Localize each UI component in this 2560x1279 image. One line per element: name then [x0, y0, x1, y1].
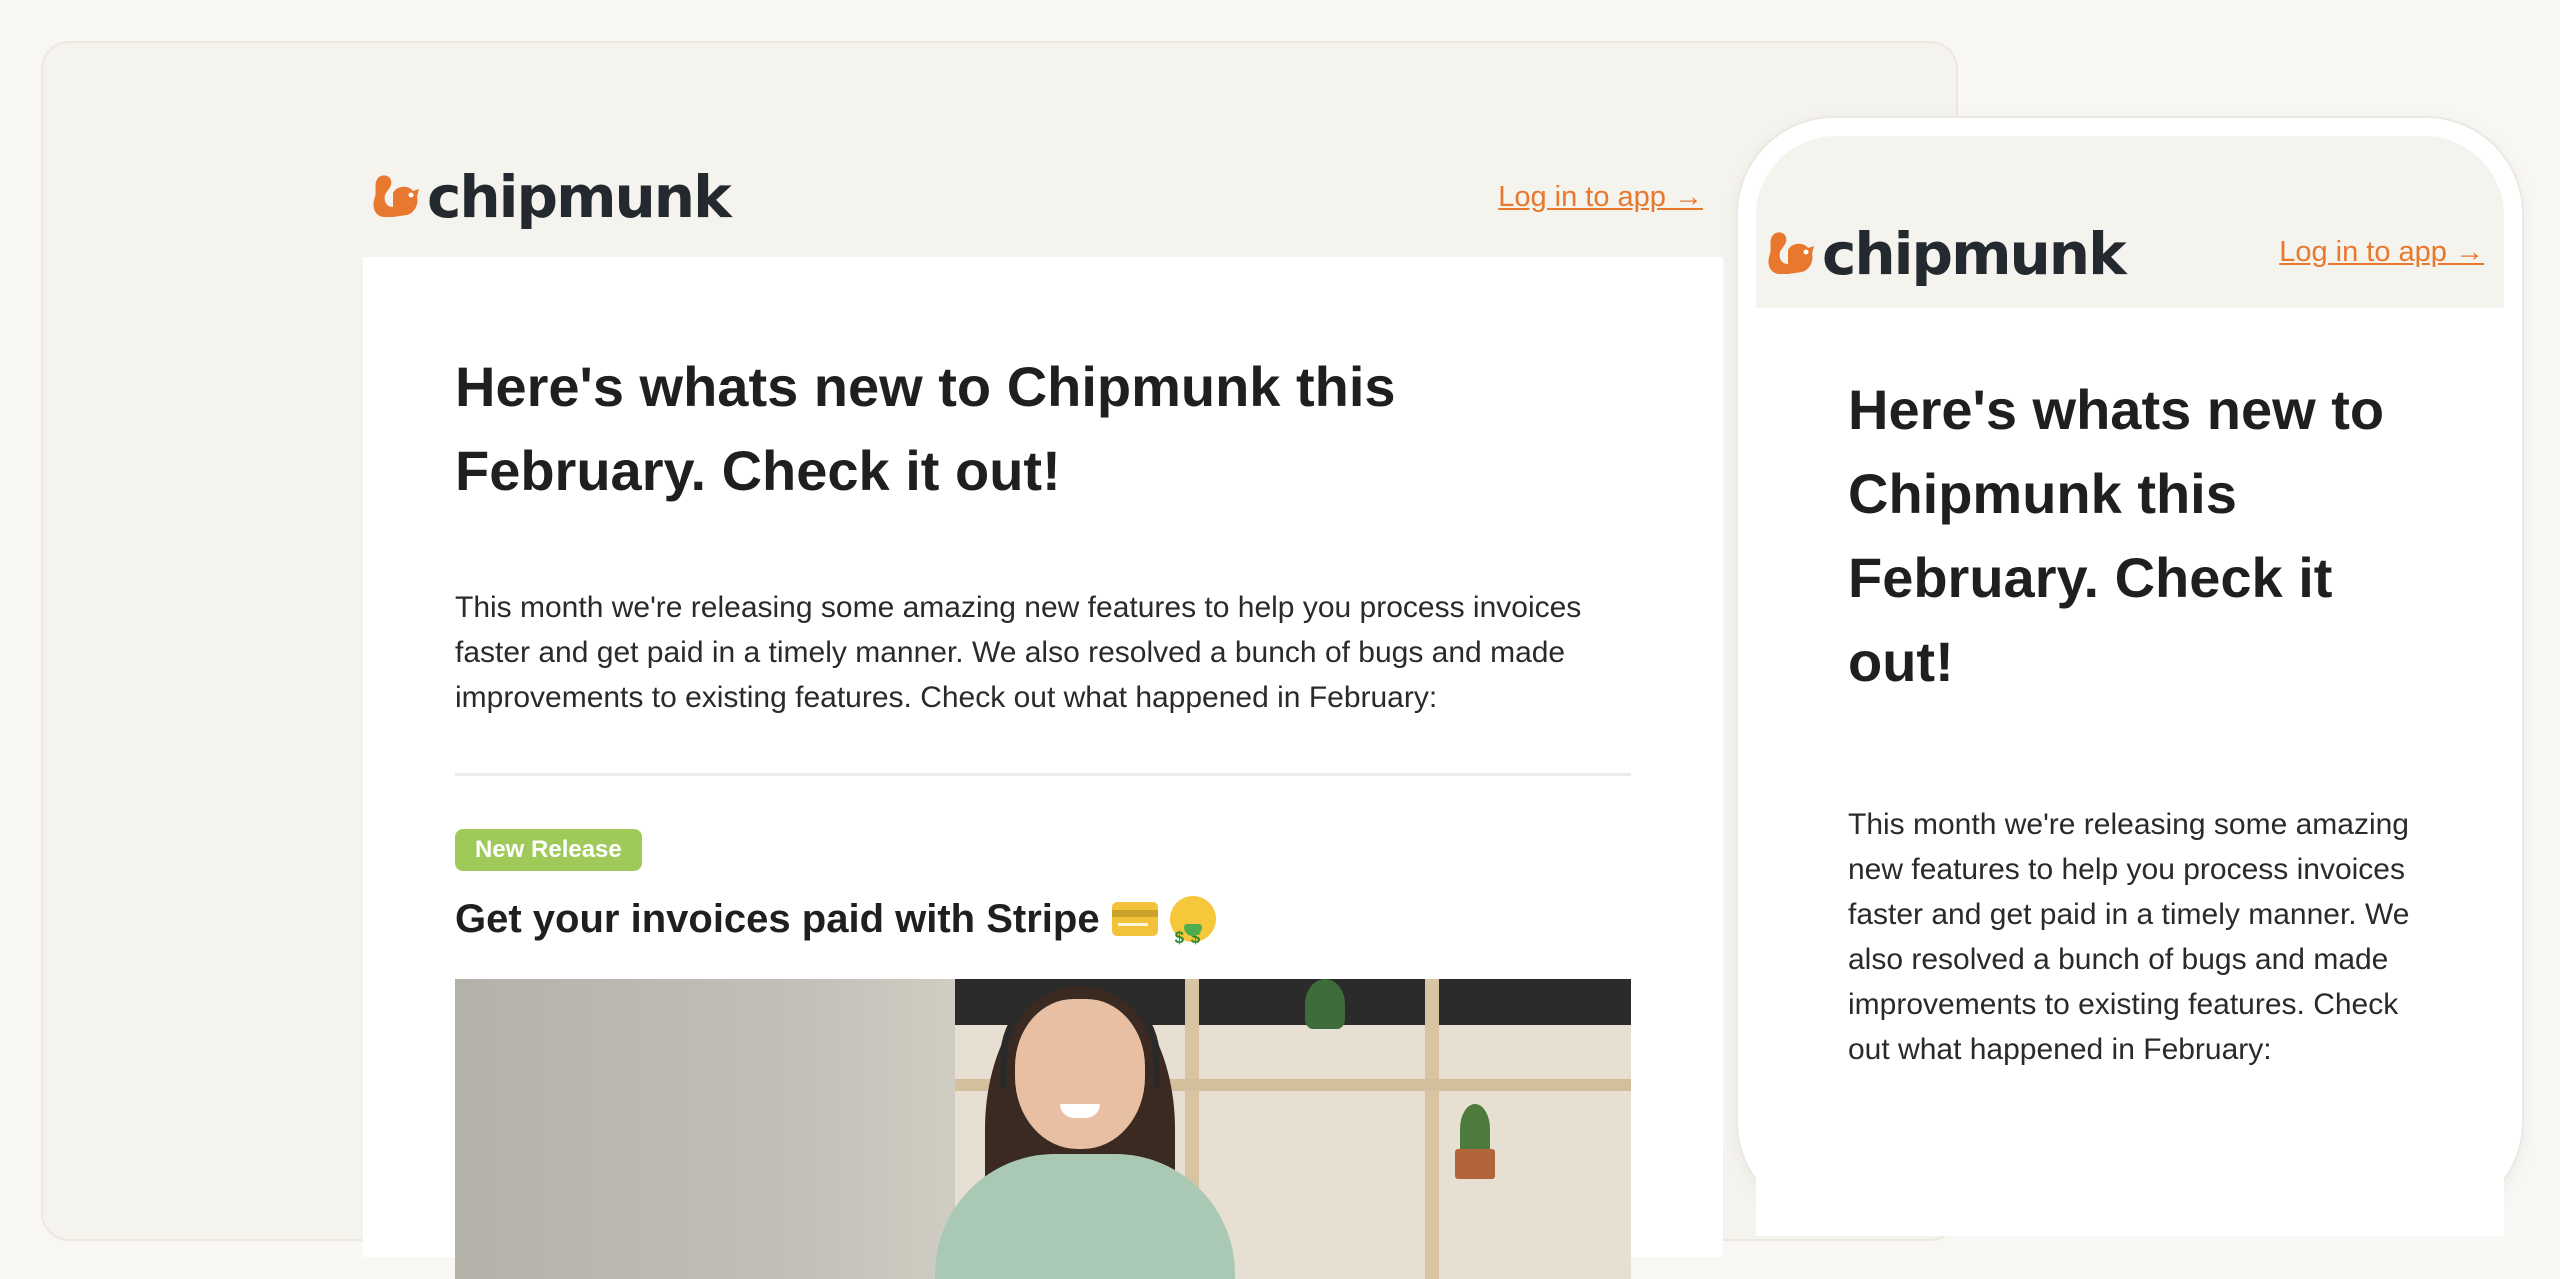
mobile-email-body: Here's whats new to Chipmunk this Februa… [1756, 308, 2504, 1236]
feature-title-text: Get your invoices paid with Stripe [455, 897, 1100, 941]
email-title: Here's whats new to Chipmunk this Februa… [455, 355, 1396, 502]
mobile-preview-frame: chipmunk Log in to app → Here's whats ne… [1738, 118, 2522, 1236]
email-body: Here's whats new to Chipmunk this Februa… [363, 257, 1723, 1279]
mobile-email-title: Here's whats new to Chipmunk this Februa… [1848, 378, 2385, 693]
desktop-preview-frame: chipmunk Log in to app → Here's whats ne… [41, 41, 1958, 1279]
login-link[interactable]: Log in to app → [1498, 181, 1703, 214]
mobile-brand-name: chipmunk [1822, 220, 2127, 288]
mobile-email-intro: This month we're releasing some amazing … [1848, 808, 2410, 1066]
divider [455, 773, 1631, 776]
feature-image [455, 979, 1631, 1279]
squirrel-icon [373, 175, 419, 217]
mobile-screen: chipmunk Log in to app → Here's whats ne… [1756, 136, 2504, 1236]
brand-logo[interactable]: chipmunk [371, 163, 732, 231]
feature-title: Get your invoices paid with Stripe [455, 883, 1635, 974]
email-header: chipmunk Log in to app → [363, 123, 1723, 233]
email-intro: This month we're releasing some amazing … [455, 591, 1582, 714]
mobile-email-header: chipmunk Log in to app → [1756, 136, 2504, 308]
mobile-brand-logo[interactable]: chipmunk [1766, 220, 2127, 288]
squirrel-icon [1768, 232, 1814, 274]
new-release-badge: New Release [455, 829, 642, 871]
money-mouth-face-icon [1169, 896, 1216, 974]
credit-card-icon [1111, 902, 1158, 936]
brand-name: chipmunk [427, 163, 732, 231]
mobile-login-link[interactable]: Log in to app → [2279, 236, 2484, 269]
